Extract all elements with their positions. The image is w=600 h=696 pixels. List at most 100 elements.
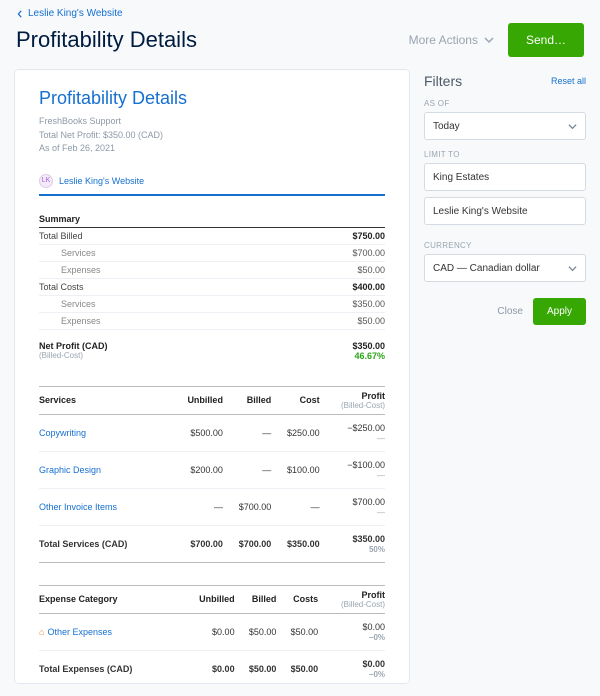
chevron-down-icon	[568, 122, 577, 131]
summary-netprofit-label: Net Profit (CAD)	[39, 341, 108, 351]
cell: —	[223, 414, 271, 451]
currency-select[interactable]: CAD — Canadian dollar	[424, 254, 586, 282]
table-row: Other Invoice Items — $700.00 — $700.00—	[39, 488, 385, 525]
more-actions-label: More Actions	[409, 33, 478, 47]
breadcrumb[interactable]: Leslie King's Website	[16, 8, 584, 19]
expenses-th-profit-sub: (Billed-Cost)	[318, 600, 385, 609]
report-meta: FreshBooks Support Total Net Profit: $35…	[39, 115, 385, 156]
summary-costs-services-value: $350.00	[352, 299, 385, 309]
site-row: LK Leslie King's Website	[39, 174, 385, 196]
filter-currency-label: Currency	[424, 241, 586, 250]
summary-total-costs-value: $400.00	[352, 282, 385, 292]
cell: −$250.00	[347, 423, 385, 433]
table-row: ⌂Other Expenses $0.00 $50.00 $50.00 $0.0…	[39, 613, 385, 650]
cell-pct: −0%	[318, 670, 385, 679]
cell: −$100.00	[347, 460, 385, 470]
cell: $700.00	[223, 525, 271, 562]
expenses-table: Expense Category Unbilled Billed Costs P…	[39, 585, 385, 685]
summary-costs-expenses-value: $50.00	[357, 316, 385, 326]
expenses-th-unbilled: Unbilled	[181, 585, 235, 613]
asof-select[interactable]: Today	[424, 112, 586, 140]
summary-billed-expenses-value: $50.00	[357, 265, 385, 275]
cell-sub: —	[320, 508, 385, 517]
cell: $700.00	[352, 497, 385, 507]
service-name[interactable]: Graphic Design	[39, 451, 170, 488]
cell: $350.00	[352, 534, 385, 544]
cell: —	[271, 488, 319, 525]
services-th-unbilled: Unbilled	[170, 386, 223, 414]
cell-pct: −0%	[318, 633, 385, 642]
summary-netprofit-sub: (Billed-Cost)	[39, 351, 108, 360]
expense-name[interactable]: ⌂Other Expenses	[39, 613, 181, 650]
cell: $100.00	[271, 451, 319, 488]
summary-costs-services-label: Services	[39, 299, 96, 309]
cell: $350.00	[271, 525, 319, 562]
services-total-row: Total Services (CAD) $700.00 $700.00 $35…	[39, 525, 385, 562]
cell: $0.00	[181, 613, 235, 650]
summary-heading: Summary	[39, 214, 385, 228]
apply-button[interactable]: Apply	[533, 298, 586, 325]
filter-limit-label: Limit to	[424, 150, 586, 159]
cell-pct: 50%	[320, 545, 385, 554]
asof-value: Today	[433, 121, 460, 132]
table-row: Copywriting $500.00 — $250.00 −$250.00—	[39, 414, 385, 451]
services-th-billed: Billed	[223, 386, 271, 414]
cell: $200.00	[170, 451, 223, 488]
summary-total-costs-label: Total Costs	[39, 282, 84, 292]
services-th-cost: Cost	[271, 386, 319, 414]
cell-sub: —	[320, 434, 385, 443]
currency-value: CAD — Canadian dollar	[433, 263, 540, 274]
site-name[interactable]: Leslie King's Website	[59, 176, 144, 186]
cell: $0.00	[181, 650, 235, 684]
summary-billed-expenses-label: Expenses	[39, 265, 101, 275]
report-org: FreshBooks Support	[39, 115, 385, 129]
limit-input-2[interactable]	[424, 197, 586, 225]
summary-billed-services-value: $700.00	[352, 248, 385, 258]
cell: $50.00	[276, 650, 318, 684]
cell-sub: —	[320, 471, 385, 480]
services-table: Services Unbilled Billed Cost Profit(Bil…	[39, 386, 385, 563]
services-th-profit: Profit	[362, 391, 386, 401]
limit-input-1[interactable]	[424, 163, 586, 191]
more-actions-dropdown[interactable]: More Actions	[405, 27, 498, 53]
report-card: Profitability Details FreshBooks Support…	[14, 69, 410, 684]
chevron-left-icon	[16, 10, 24, 18]
filter-asof-label: As of	[424, 99, 586, 108]
chevron-down-icon	[568, 264, 577, 273]
page-title: Profitability Details	[16, 27, 197, 53]
cell: —	[170, 488, 223, 525]
cell: —	[223, 451, 271, 488]
service-name[interactable]: Copywriting	[39, 414, 170, 451]
tag-icon: ⌂	[39, 627, 44, 637]
summary-total-billed-value: $750.00	[352, 231, 385, 241]
cell: $500.00	[170, 414, 223, 451]
services-th-name: Services	[39, 386, 170, 414]
filters-panel: Filters Reset all As of Today Limit to C…	[424, 69, 586, 684]
expenses-th-name: Expense Category	[39, 585, 181, 613]
expenses-th-billed: Billed	[235, 585, 277, 613]
send-button[interactable]: Send…	[508, 23, 584, 57]
filters-title: Filters	[424, 73, 462, 89]
table-row: Graphic Design $200.00 — $100.00 −$100.0…	[39, 451, 385, 488]
cell: $50.00	[276, 613, 318, 650]
cell: $50.00	[235, 650, 277, 684]
expenses-th-cost: Costs	[276, 585, 318, 613]
cell: $250.00	[271, 414, 319, 451]
expenses-th-profit: Profit	[362, 590, 386, 600]
service-name[interactable]: Other Invoice Items	[39, 488, 170, 525]
cell: $700.00	[170, 525, 223, 562]
services-th-profit-sub: (Billed-Cost)	[320, 401, 385, 410]
total-label: Total Expenses (CAD)	[39, 650, 181, 684]
expenses-total-row: Total Expenses (CAD) $0.00 $50.00 $50.00…	[39, 650, 385, 684]
summary-netprofit-value: $350.00	[352, 341, 385, 351]
cell: $0.00	[362, 622, 385, 632]
report-net-line: Total Net Profit: $350.00 (CAD)	[39, 129, 385, 143]
summary-total-billed-label: Total Billed	[39, 231, 83, 241]
reset-all-link[interactable]: Reset all	[551, 76, 586, 86]
summary-billed-services-label: Services	[39, 248, 96, 258]
summary-costs-expenses-label: Expenses	[39, 316, 101, 326]
close-link[interactable]: Close	[497, 306, 523, 317]
report-asof: As of Feb 26, 2021	[39, 142, 385, 156]
avatar: LK	[39, 174, 53, 188]
cell: $700.00	[223, 488, 271, 525]
